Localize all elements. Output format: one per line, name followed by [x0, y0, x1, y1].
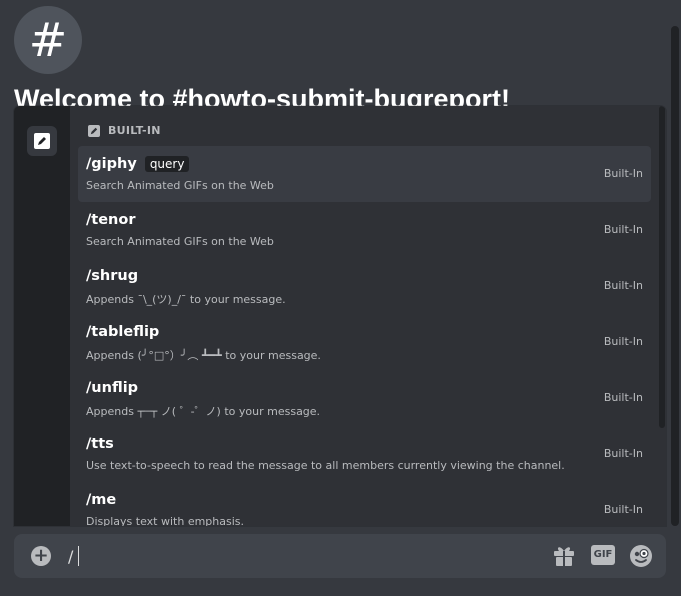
command-item-tenor[interactable]: /tenor Search Animated GIFs on the Web B… [78, 202, 651, 258]
section-label: BUILT-IN [108, 124, 161, 137]
command-source: Built-In [603, 335, 643, 348]
gif-button[interactable]: GIF [591, 545, 615, 565]
plus-circle-icon: + [33, 545, 49, 566]
gift-button[interactable] [553, 544, 575, 568]
pencil-icon [88, 124, 100, 137]
command-source: Built-In [603, 391, 643, 404]
command-description: Appends ┬─┬ ノ( ゜-゜ノ) to your message. [86, 405, 321, 418]
hash-icon: # [28, 13, 68, 67]
command-item-shrug[interactable]: /shrug Appends ¯\_(ツ)_/¯ to your message… [78, 258, 651, 314]
command-name: /me [86, 492, 117, 508]
command-item-unflip[interactable]: /unflip Appends ┬─┬ ノ( ゜-゜ノ) to your mes… [78, 370, 651, 426]
command-item-giphy[interactable]: /giphy query Search Animated GIFs on the… [78, 146, 651, 202]
command-description: Appends ¯\_(ツ)_/¯ to your message. [86, 293, 286, 306]
command-source-rail [14, 106, 70, 526]
command-description: Search Animated GIFs on the Web [86, 235, 274, 248]
command-source: Built-In [603, 503, 643, 516]
command-source: Built-In [603, 279, 643, 292]
message-input[interactable] [68, 545, 508, 567]
command-item-me[interactable]: /me Displays text with emphasis. Built-I… [78, 482, 651, 526]
command-description: Use text-to-speech to read the message t… [86, 459, 565, 472]
popup-scrollbar[interactable] [659, 106, 665, 428]
command-autocomplete-popup: BUILT-IN /giphy query Search Animated GI… [14, 106, 666, 526]
command-name: /tableflip [86, 324, 160, 340]
section-header: BUILT-IN [88, 124, 161, 137]
command-source: Built-In [603, 223, 643, 236]
command-description: Displays text with emphasis. [86, 515, 245, 526]
command-list: /giphy query Search Animated GIFs on the… [78, 146, 651, 526]
pencil-icon [34, 133, 50, 149]
command-name: /unflip [86, 380, 139, 396]
built-in-source-button[interactable] [27, 126, 57, 156]
command-source: Built-In [603, 447, 643, 460]
command-item-tts[interactable]: /tts Use text-to-speech to read the mess… [78, 426, 651, 482]
command-name: /shrug [86, 268, 139, 284]
command-description: Appends (╯°□°）╯︵ ┻━┻ to your message. [86, 349, 321, 362]
command-source: Built-In [603, 167, 643, 180]
text-caret [78, 546, 79, 566]
channel-hash-avatar: # [14, 6, 82, 74]
command-item-tableflip[interactable]: /tableflip Appends (╯°□°）╯︵ ┻━┻ to your … [78, 314, 651, 370]
message-input-bar: + GIF [14, 534, 666, 578]
emoji-button[interactable] [629, 544, 653, 568]
command-description: Search Animated GIFs on the Web [86, 179, 274, 192]
command-name: /tts [86, 436, 114, 452]
command-name: /giphy [86, 156, 137, 172]
gif-icon: GIF [593, 549, 613, 560]
command-option-chip: query [144, 156, 190, 172]
main-scrollbar[interactable] [671, 26, 679, 526]
upload-button[interactable]: + [31, 546, 51, 566]
emoji-icon [630, 545, 652, 567]
command-name: /tenor [86, 212, 136, 228]
gift-icon [554, 547, 574, 566]
